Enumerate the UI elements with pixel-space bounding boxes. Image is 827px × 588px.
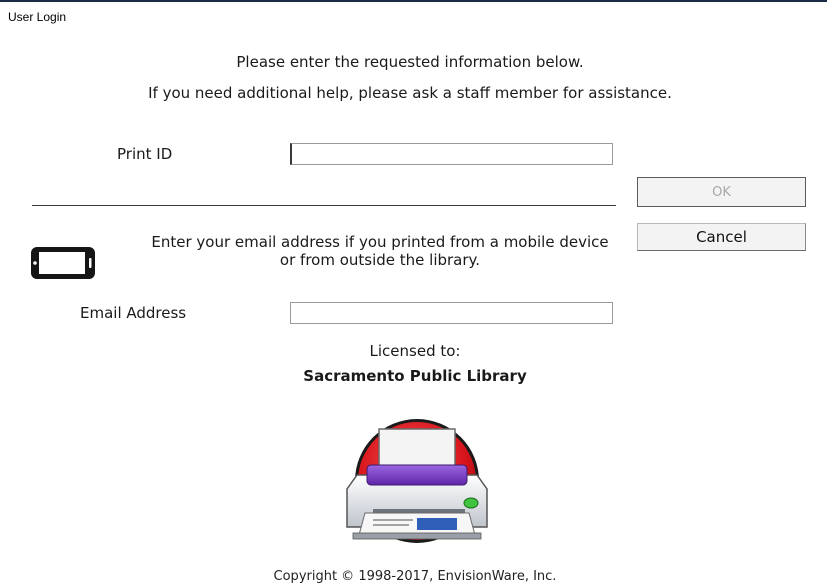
cancel-button[interactable]: Cancel: [637, 223, 806, 251]
instruction-line-1: Please enter the requested information b…: [236, 53, 584, 71]
printer-logo-icon: [346, 419, 488, 543]
print-id-label: Print ID: [117, 145, 173, 163]
mobile-device-icon: [31, 247, 95, 279]
section-divider: [32, 205, 616, 206]
window-title: User Login: [8, 10, 67, 24]
licensed-to-label: Licensed to:: [369, 342, 461, 360]
email-address-label: Email Address: [80, 304, 187, 322]
email-address-input[interactable]: [290, 302, 613, 324]
ok-button[interactable]: OK: [637, 177, 806, 207]
title-bar-rule: [0, 0, 827, 2]
instruction-line-2: If you need additional help, please ask …: [148, 84, 672, 102]
mobile-instructions: Enter your email address if you printed …: [151, 233, 609, 269]
copyright-notice: Copyright © 1998-2017, EnvisionWare, Inc…: [273, 569, 557, 584]
print-id-input[interactable]: [290, 143, 613, 165]
licensee-name: Sacramento Public Library: [303, 367, 527, 385]
